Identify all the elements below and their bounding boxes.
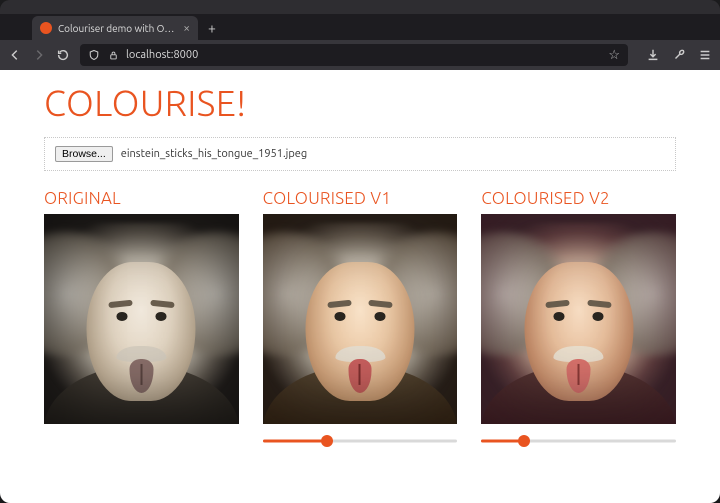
settings-wrench-icon[interactable] [672, 48, 686, 62]
new-tab-button[interactable]: + [198, 16, 226, 40]
column-v1: COLOURISED V1 [263, 189, 458, 448]
original-image [44, 214, 239, 424]
column-v2: COLOURISED V2 [481, 189, 676, 448]
browser-tab-active[interactable]: Colouriser demo with OpenVIN… × [32, 16, 198, 40]
tab-title: Colouriser demo with OpenVIN… [58, 23, 177, 34]
v2-image [481, 214, 676, 424]
page-title: COLOURISE! [44, 82, 676, 123]
tab-close-icon[interactable]: × [183, 22, 190, 35]
browser-toolbar: localhost:8000 ☆ [0, 40, 720, 70]
nav-back-icon[interactable] [8, 48, 22, 62]
url-text: localhost:8000 [126, 49, 198, 61]
browser-window: Colouriser demo with OpenVIN… × + localh… [0, 0, 720, 503]
original-heading: ORIGINAL [44, 189, 239, 208]
selected-filename: einstein_sticks_his_tongue_1951.jpeg [121, 148, 307, 160]
column-original: ORIGINAL [44, 189, 239, 448]
slider-thumb-icon[interactable] [518, 435, 530, 447]
v1-heading: COLOURISED V1 [263, 189, 458, 208]
v1-slider[interactable] [263, 434, 458, 448]
downloads-icon[interactable] [646, 48, 660, 62]
window-titlebar [0, 0, 720, 14]
lock-icon [108, 50, 118, 60]
v1-image [263, 214, 458, 424]
page-viewport: COLOURISE! Browse... einstein_sticks_his… [0, 70, 720, 503]
v2-heading: COLOURISED V2 [481, 189, 676, 208]
hamburger-menu-icon[interactable] [698, 48, 712, 62]
address-bar[interactable]: localhost:8000 ☆ [80, 44, 628, 66]
reload-icon[interactable] [56, 48, 70, 62]
v2-slider[interactable] [481, 434, 676, 448]
bookmark-star-icon[interactable]: ☆ [608, 48, 620, 63]
shield-icon [88, 49, 100, 61]
file-uploader: Browse... einstein_sticks_his_tongue_195… [44, 137, 676, 171]
tab-strip: Colouriser demo with OpenVIN… × + [0, 14, 720, 40]
browse-button[interactable]: Browse... [55, 146, 113, 162]
ubuntu-favicon-icon [40, 22, 52, 34]
slider-thumb-icon[interactable] [321, 435, 333, 447]
nav-forward-icon[interactable] [32, 48, 46, 62]
